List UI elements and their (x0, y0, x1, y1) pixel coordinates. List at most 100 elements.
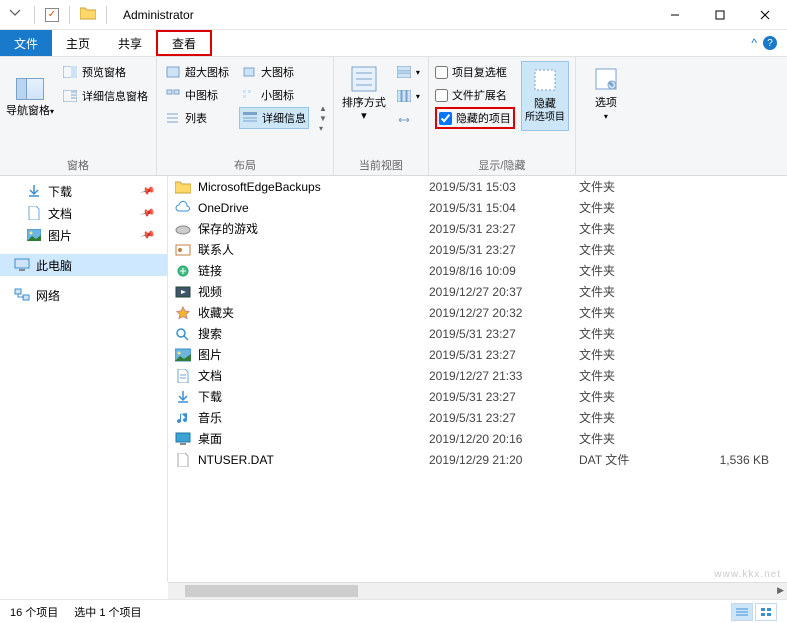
ribbon-tabs: 文件 主页 共享 查看 ^ ? (0, 30, 787, 56)
file-name: OneDrive (198, 201, 429, 215)
view-medium-icons[interactable]: 中图标 (163, 84, 231, 106)
cloud-icon (168, 201, 198, 215)
qat-checkbox-icon[interactable]: ✓ (45, 8, 59, 22)
video-icon (168, 285, 198, 299)
file-extensions-toggle[interactable]: 文件扩展名 (435, 84, 515, 106)
download-icon (26, 183, 42, 199)
file-name: 搜索 (198, 325, 429, 342)
file-row[interactable]: 音乐2019/5/31 23:27文件夹 (168, 407, 787, 428)
details-pane-icon (62, 89, 78, 103)
minimize-button[interactable] (652, 0, 697, 30)
layout-expand[interactable]: ▾ (319, 124, 327, 133)
file-size: 1,536 KB (679, 453, 769, 467)
music-icon (168, 411, 198, 425)
close-button[interactable] (742, 0, 787, 30)
file-type: 文件夹 (579, 325, 679, 342)
add-columns-button[interactable]: ▾ (394, 85, 422, 107)
file-row[interactable]: 链接2019/8/16 10:09文件夹 (168, 260, 787, 281)
maximize-button[interactable] (697, 0, 742, 30)
sidebar-item-documents[interactable]: 文档📌 (0, 202, 167, 224)
file-name: 桌面 (198, 430, 429, 447)
sidebar-item-this-pc[interactable]: 此电脑 (0, 254, 167, 276)
file-date: 2019/12/20 20:16 (429, 432, 579, 446)
view-mode-details-button[interactable] (731, 603, 753, 621)
pin-icon: 📌 (139, 205, 155, 221)
gamepad-icon (168, 222, 198, 236)
window-title: Administrator (117, 8, 194, 22)
file-date: 2019/5/31 23:27 (429, 222, 579, 236)
preview-pane-button[interactable]: 预览窗格 (60, 61, 150, 83)
file-row[interactable]: 收藏夹2019/12/27 20:32文件夹 (168, 302, 787, 323)
tab-view[interactable]: 查看 (156, 30, 212, 56)
options-button[interactable]: 选项▾ (582, 61, 630, 131)
ribbon-group-options: 选项▾ (576, 57, 636, 175)
ribbon: 导航窗格 预览窗格 详细信息窗格 窗格 超大图标 大图标 中图标 (0, 56, 787, 176)
group-by-button[interactable]: ▾ (394, 61, 422, 83)
file-date: 2019/5/31 23:27 (429, 348, 579, 362)
file-row[interactable]: OneDrive2019/5/31 15:04文件夹 (168, 197, 787, 218)
file-date: 2019/5/31 23:27 (429, 411, 579, 425)
file-row[interactable]: 桌面2019/12/20 20:16文件夹 (168, 428, 787, 449)
file-date: 2019/12/27 21:33 (429, 369, 579, 383)
collapse-ribbon-icon[interactable]: ^ (751, 36, 757, 50)
layout-scroll-down[interactable]: ▼ (319, 114, 327, 123)
sort-by-button[interactable]: 排序方式▾ (340, 61, 388, 131)
file-name: 图片 (198, 346, 429, 363)
tab-file[interactable]: 文件 (0, 30, 52, 56)
file-row[interactable]: 搜索2019/5/31 23:27文件夹 (168, 323, 787, 344)
network-icon (14, 287, 30, 303)
file-date: 2019/5/31 15:03 (429, 180, 579, 194)
file-row[interactable]: 保存的游戏2019/5/31 23:27文件夹 (168, 218, 787, 239)
layout-scroll-up[interactable]: ▲ (319, 104, 327, 113)
navigation-sidebar[interactable]: 下载📌 文档📌 图片📌 此电脑 网络 (0, 176, 168, 582)
document-icon (26, 205, 42, 221)
file-date: 2019/12/29 21:20 (429, 453, 579, 467)
hidden-items-toggle[interactable]: 隐藏的项目 (435, 107, 515, 129)
view-list[interactable]: 列表 (163, 107, 231, 129)
options-icon (590, 63, 622, 95)
contact-icon (168, 243, 198, 257)
sidebar-item-downloads[interactable]: 下载📌 (0, 180, 167, 202)
preview-pane-icon (62, 65, 78, 79)
view-details[interactable]: 详细信息 (239, 107, 309, 129)
hide-selected-button[interactable]: 隐藏所选项目 (521, 61, 569, 131)
status-bar: 16 个项目 选中 1 个项目 (0, 599, 787, 623)
file-list[interactable]: MicrosoftEdgeBackups2019/5/31 15:03文件夹On… (168, 176, 787, 582)
view-large-icons[interactable]: 大图标 (239, 61, 309, 83)
file-name: 视频 (198, 283, 429, 300)
file-row[interactable]: MicrosoftEdgeBackups2019/5/31 15:03文件夹 (168, 176, 787, 197)
file-icon (168, 453, 198, 467)
file-row[interactable]: 文档2019/12/27 21:33文件夹 (168, 365, 787, 386)
help-icon[interactable]: ? (763, 36, 777, 50)
tab-home[interactable]: 主页 (52, 30, 104, 56)
item-checkboxes-toggle[interactable]: 项目复选框 (435, 61, 515, 83)
navigation-pane-button[interactable]: 导航窗格 (6, 61, 54, 135)
file-row[interactable]: 图片2019/5/31 23:27文件夹 (168, 344, 787, 365)
view-extra-large-icons[interactable]: 超大图标 (163, 61, 231, 83)
file-name: 文档 (198, 367, 429, 384)
file-type: DAT 文件 (579, 451, 679, 468)
file-type: 文件夹 (579, 409, 679, 426)
file-row[interactable]: NTUSER.DAT2019/12/29 21:20DAT 文件1,536 KB (168, 449, 787, 470)
file-row[interactable]: 下载2019/5/31 23:27文件夹 (168, 386, 787, 407)
file-type: 文件夹 (579, 283, 679, 300)
file-date: 2019/12/27 20:32 (429, 306, 579, 320)
details-pane-button[interactable]: 详细信息窗格 (60, 85, 150, 107)
file-row[interactable]: 联系人2019/5/31 23:27文件夹 (168, 239, 787, 260)
file-name: 链接 (198, 262, 429, 279)
file-date: 2019/8/16 10:09 (429, 264, 579, 278)
sidebar-item-network[interactable]: 网络 (0, 284, 167, 306)
watermark: www.kkx.net (714, 569, 781, 580)
computer-icon (14, 257, 30, 273)
size-columns-button[interactable] (394, 109, 422, 131)
file-row[interactable]: 视频2019/12/27 20:37文件夹 (168, 281, 787, 302)
sidebar-item-pictures[interactable]: 图片📌 (0, 224, 167, 246)
horizontal-scrollbar[interactable]: ◀ ▶ (168, 582, 787, 599)
ribbon-group-show-hide: 项目复选框 文件扩展名 隐藏的项目 隐藏所选项目 显示/隐藏 (429, 57, 576, 175)
view-small-icons[interactable]: 小图标 (239, 84, 309, 106)
tab-share[interactable]: 共享 (104, 30, 156, 56)
file-date: 2019/5/31 15:04 (429, 201, 579, 215)
view-mode-icons-button[interactable] (755, 603, 777, 621)
file-name: 收藏夹 (198, 304, 429, 321)
nav-down-icon[interactable] (6, 7, 24, 22)
